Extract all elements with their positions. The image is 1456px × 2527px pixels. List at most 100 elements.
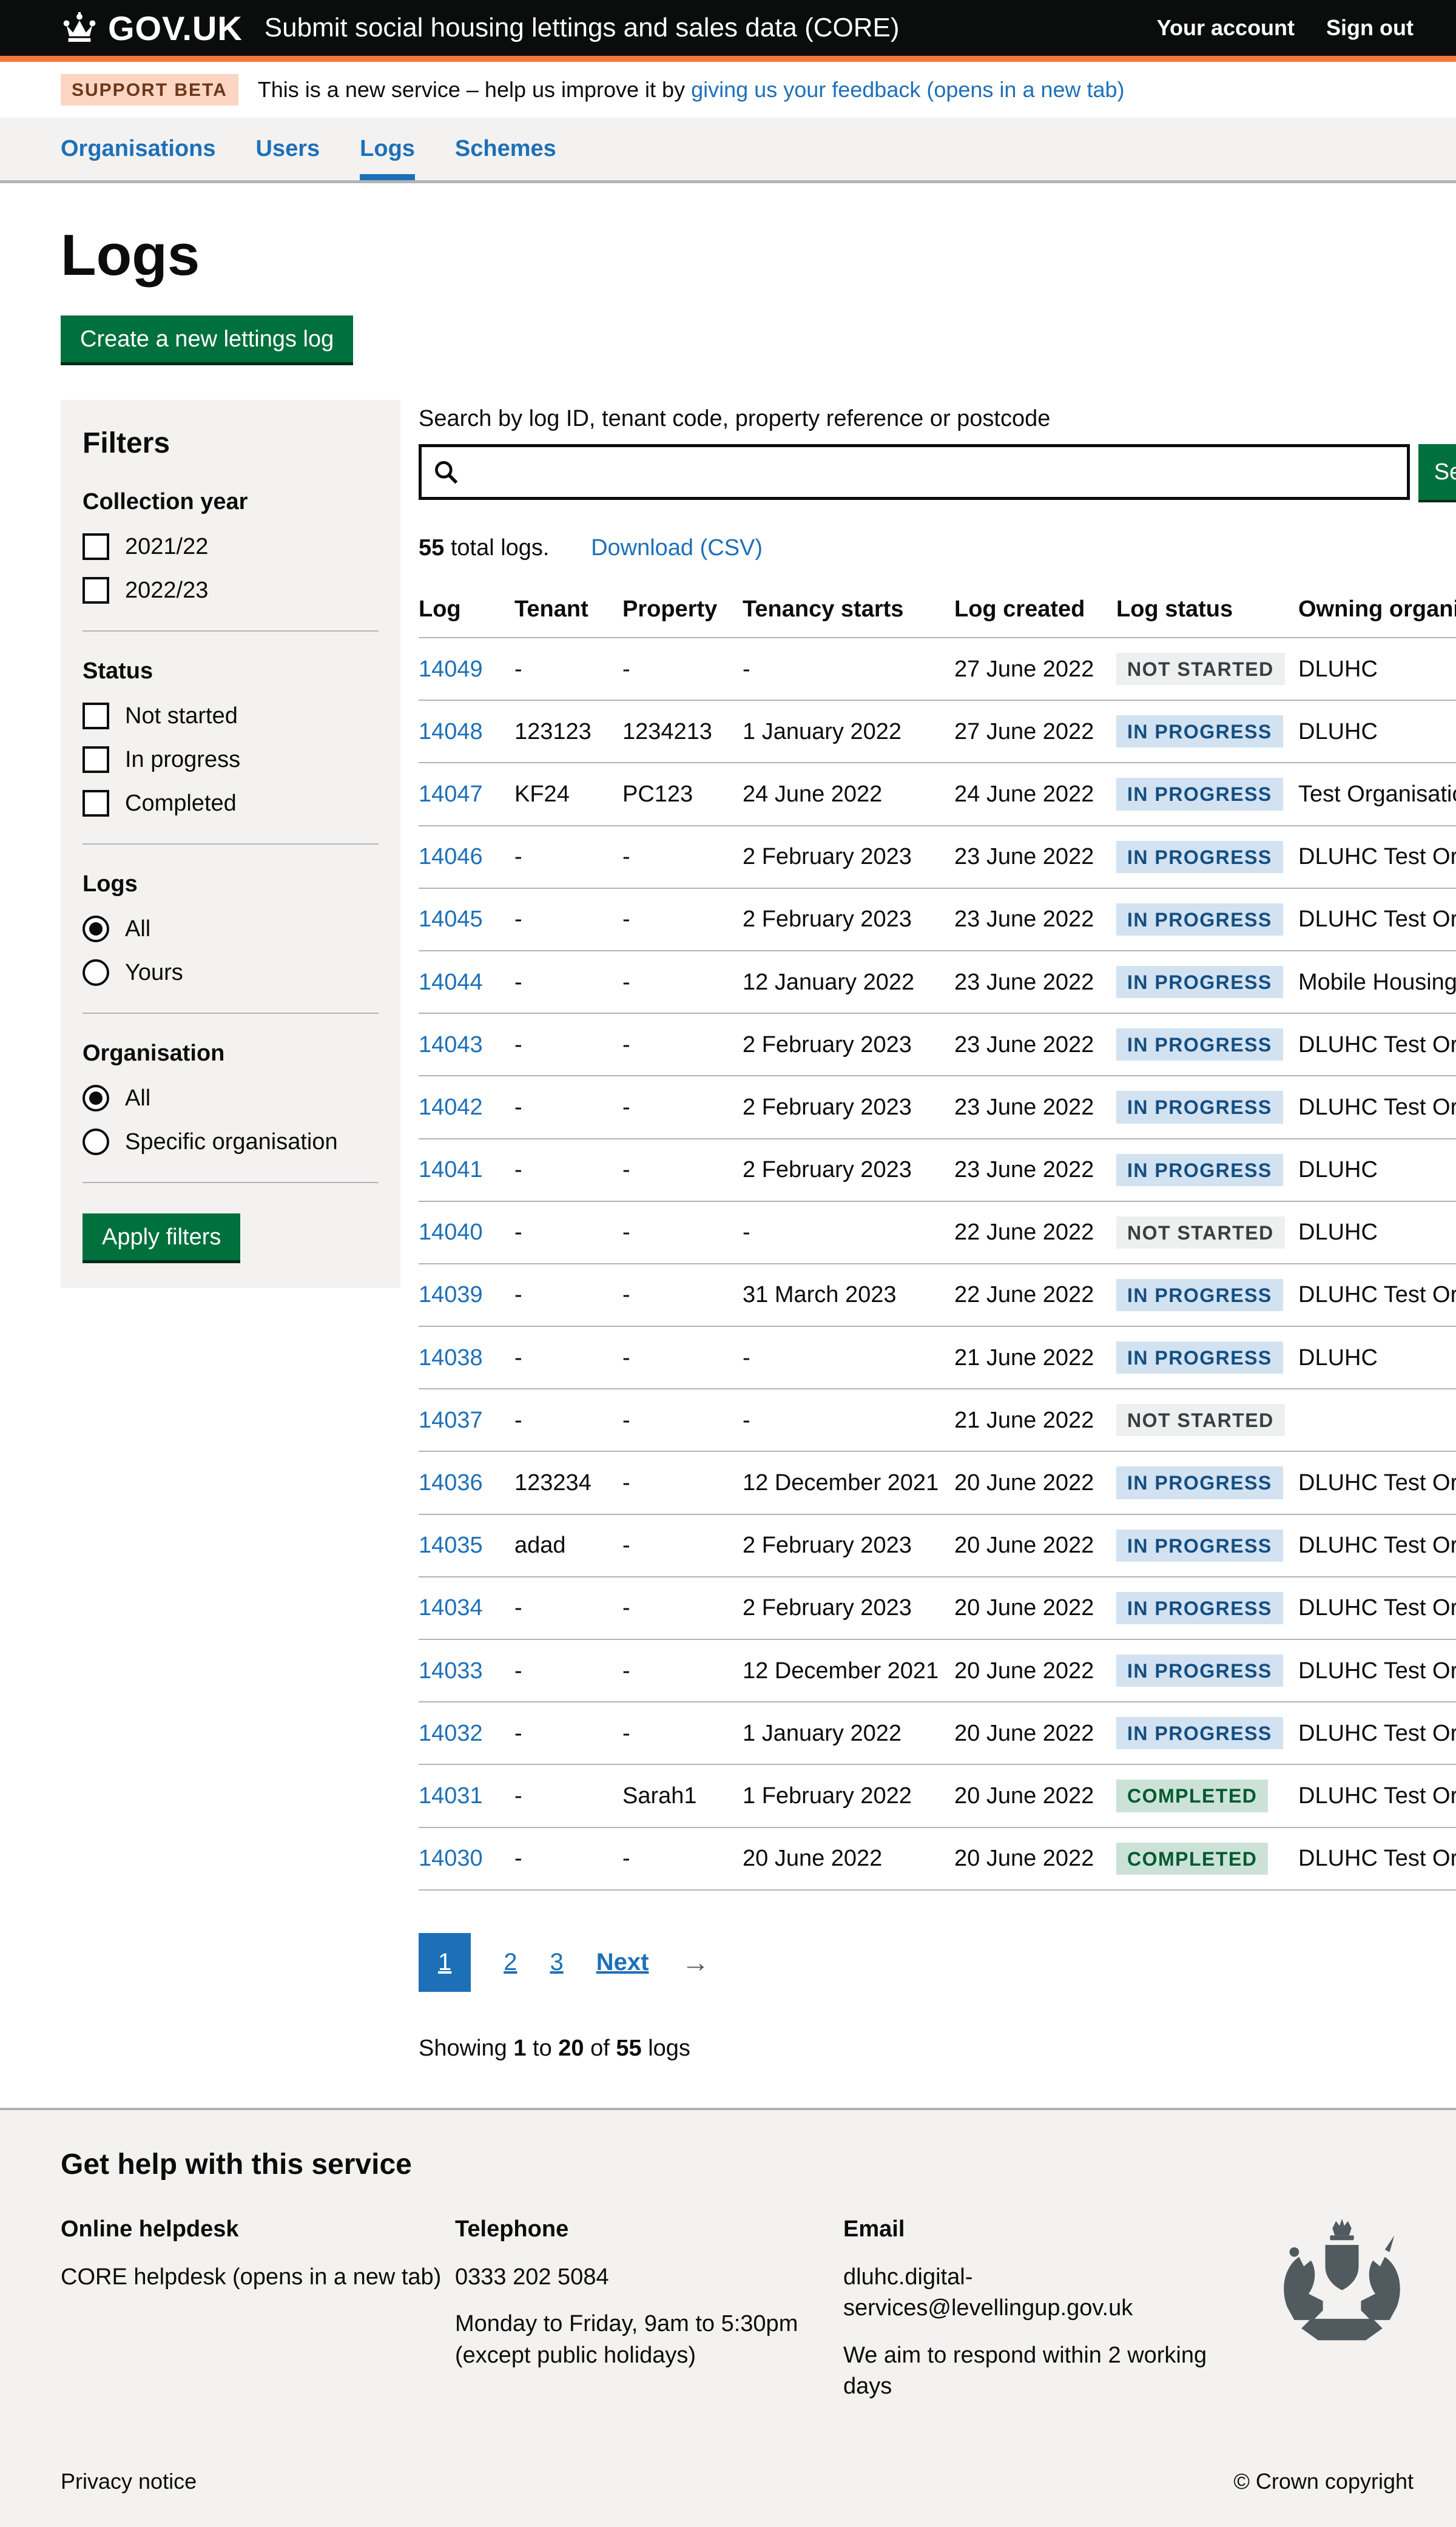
cell-log-status: NOT STARTED — [1116, 638, 1298, 700]
log-id-link[interactable]: 14039 — [419, 1282, 483, 1307]
log-id-link[interactable]: 14036 — [419, 1470, 483, 1496]
log-id-link[interactable]: 14042 — [419, 1095, 483, 1120]
core-helpdesk-link[interactable]: CORE helpdesk (opens in a new tab) — [61, 2264, 441, 2290]
results-summary: 55 total logs. Download (CSV) — [419, 535, 1456, 561]
radio-logs-yours[interactable] — [83, 959, 109, 986]
log-id-link[interactable]: 14044 — [419, 970, 483, 995]
govuk-logo[interactable]: GOV.UK — [61, 8, 243, 48]
radio-logs-all[interactable] — [83, 916, 109, 942]
log-id-link[interactable]: 14049 — [419, 656, 483, 682]
cell-tenancy-starts: 12 December 2021 — [743, 1639, 954, 1702]
nav-item-users[interactable]: Users — [256, 136, 320, 180]
radio-organisation-all[interactable] — [83, 1085, 109, 1112]
table-row: 14031-Sarah11 February 202220 June 2022C… — [419, 1764, 1456, 1827]
cell-log-status: IN PROGRESS — [1116, 826, 1298, 888]
service-name[interactable]: Submit social housing lettings and sales… — [265, 13, 900, 43]
cell-owning-organisation — [1298, 1389, 1456, 1451]
main-content: Logs Create a new lettings log Filters C… — [61, 222, 1414, 2062]
pagination-next-link[interactable]: Next — [596, 1949, 649, 1976]
cell-tenancy-starts: 1 January 2022 — [743, 1702, 954, 1764]
radio-option-logs-all: All — [83, 916, 379, 942]
log-id-link[interactable]: 14046 — [419, 844, 483, 869]
checkbox-in-progress[interactable] — [83, 746, 109, 773]
showing-prefix: Showing — [419, 2036, 513, 2061]
checkbox-option-not-started: Not started — [83, 703, 379, 729]
status-badge: IN PROGRESS — [1116, 1466, 1283, 1499]
cell-property: - — [622, 1201, 743, 1264]
cell-log: 14035 — [419, 1514, 514, 1577]
nav-item-organisations[interactable]: Organisations — [61, 136, 216, 180]
cell-log: 14037 — [419, 1389, 514, 1451]
col-header-log: Log — [419, 596, 514, 638]
search-button[interactable]: Search — [1418, 444, 1456, 500]
cell-log: 14032 — [419, 1702, 514, 1764]
showing-from: 1 — [513, 2036, 526, 2061]
filters-panel: Filters Collection year 2021/22 2022/23 … — [61, 400, 400, 1288]
log-id-link[interactable]: 14030 — [419, 1846, 483, 1871]
log-id-link[interactable]: 14048 — [419, 719, 483, 744]
sign-out-link[interactable]: Sign out — [1326, 15, 1414, 41]
showing-total: 55 — [616, 2036, 641, 2061]
log-id-link[interactable]: 14033 — [419, 1658, 483, 1684]
log-id-link[interactable]: 14035 — [419, 1533, 483, 1558]
log-id-link[interactable]: 14041 — [419, 1157, 483, 1183]
filter-heading-logs: Logs — [83, 871, 379, 897]
cell-owning-organisation: DLUHC Test Org — [1298, 1827, 1456, 1890]
checkbox-2022-23[interactable] — [83, 577, 109, 604]
nav-item-logs[interactable]: Logs — [360, 136, 415, 180]
cell-log-created: 21 June 2022 — [954, 1389, 1116, 1451]
apply-filters-button[interactable]: Apply filters — [83, 1213, 240, 1260]
pagination-page-1[interactable]: 1 — [419, 1933, 471, 1992]
your-account-link[interactable]: Your account — [1157, 15, 1295, 41]
cell-tenancy-starts: 2 February 2023 — [743, 1577, 954, 1639]
telephone-number: 0333 202 5084 — [455, 2262, 843, 2293]
cell-log: 14040 — [419, 1201, 514, 1264]
cell-log-created: 20 June 2022 — [954, 1451, 1116, 1514]
cell-tenancy-starts: 2 February 2023 — [743, 888, 954, 951]
cell-log-status: IN PROGRESS — [1116, 763, 1298, 825]
nav-item-schemes[interactable]: Schemes — [455, 136, 556, 180]
table-row: 14038---21 June 2022IN PROGRESSDLUHC — [419, 1326, 1456, 1389]
log-id-link[interactable]: 14034 — [419, 1595, 483, 1621]
cell-property: - — [622, 1076, 743, 1138]
cell-log: 14048 — [419, 700, 514, 763]
privacy-notice-link[interactable]: Privacy notice — [61, 2469, 197, 2494]
footer: Get help with this service Online helpde… — [0, 2108, 1456, 2527]
table-row: 14046--2 February 202323 June 2022IN PRO… — [419, 826, 1456, 888]
cell-owning-organisation: DLUHC Test Org — [1298, 1639, 1456, 1702]
log-id-link[interactable]: 14040 — [419, 1220, 483, 1245]
showing-to-word: to — [526, 2036, 558, 2061]
cell-property: - — [622, 1702, 743, 1764]
search-input[interactable] — [459, 447, 1407, 497]
log-id-link[interactable]: 14032 — [419, 1721, 483, 1746]
table-row: 14041--2 February 202323 June 2022IN PRO… — [419, 1139, 1456, 1201]
crown-copyright-link[interactable]: © Crown copyright — [1233, 2469, 1414, 2494]
cell-log: 14042 — [419, 1076, 514, 1138]
filter-divider — [83, 630, 379, 632]
cell-tenancy-starts: 2 February 2023 — [743, 1076, 954, 1138]
cell-owning-organisation: DLUHC — [1298, 1326, 1456, 1389]
log-id-link[interactable]: 14037 — [419, 1408, 483, 1433]
cell-tenant: - — [514, 826, 622, 888]
checkbox-2021-22[interactable] — [83, 533, 109, 560]
cell-owning-organisation: DLUHC Test Org — [1298, 888, 1456, 951]
log-id-link[interactable]: 14043 — [419, 1032, 483, 1058]
email-link[interactable]: dluhc.digital-services@levellingup.gov.u… — [843, 2264, 1133, 2321]
download-csv-link[interactable]: Download (CSV) — [591, 535, 763, 561]
table-row: 14035adad-2 February 202320 June 2022IN … — [419, 1514, 1456, 1577]
cell-log-created: 20 June 2022 — [954, 1702, 1116, 1764]
pagination-page-2[interactable]: 2 — [504, 1949, 517, 1976]
log-id-link[interactable]: 14038 — [419, 1345, 483, 1371]
checkbox-not-started[interactable] — [83, 703, 109, 729]
create-lettings-log-button[interactable]: Create a new lettings log — [61, 315, 353, 362]
log-id-link[interactable]: 14045 — [419, 906, 483, 932]
cell-log-created: 20 June 2022 — [954, 1764, 1116, 1827]
radio-specific-organisation[interactable] — [83, 1129, 109, 1155]
log-id-link[interactable]: 14031 — [419, 1783, 483, 1809]
cell-tenancy-starts: 2 February 2023 — [743, 1013, 954, 1076]
cell-log-created: 23 June 2022 — [954, 826, 1116, 888]
feedback-link[interactable]: giving us your feedback (opens in a new … — [691, 77, 1124, 102]
checkbox-completed[interactable] — [83, 790, 109, 817]
pagination-page-3[interactable]: 3 — [550, 1949, 564, 1976]
log-id-link[interactable]: 14047 — [419, 781, 483, 807]
